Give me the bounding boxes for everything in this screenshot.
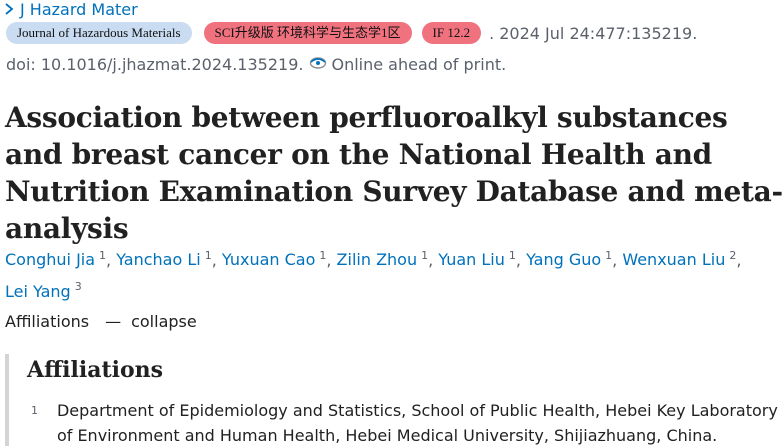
affiliation-item: 1 Department of Epidemiology and Statist…	[31, 398, 784, 448]
author-item: Conghui Jia 1	[5, 249, 106, 269]
journal-link-label[interactable]: J Hazard Mater	[20, 0, 138, 19]
journal-link[interactable]: J Hazard Mater	[4, 0, 138, 19]
author-item: Yuxuan Cao 1	[222, 249, 326, 269]
author-item: Zilin Zhou 1	[337, 249, 429, 269]
doi-row: doi: 10.1016/j.jhazmat.2024.135219. Onli…	[6, 55, 506, 74]
journal-name-badge[interactable]: Journal of Hazardous Materials	[6, 22, 192, 44]
collapse-label[interactable]: collapse	[131, 312, 197, 331]
affiliations-toggle-label: Affiliations	[5, 312, 90, 331]
author-item: Yanchao Li 1	[116, 249, 212, 269]
author-item: Yuan Liu 1	[438, 249, 516, 269]
sci-zone-badge[interactable]: SCI升级版 环境科学与生态学1区	[203, 22, 412, 44]
author-item: Wenxuan Liu 2	[622, 249, 736, 269]
author-link[interactable]: Yuan Liu	[438, 250, 505, 269]
affiliation-text: Department of Epidemiology and Statistic…	[56, 401, 778, 445]
author-link[interactable]: Lei Yang	[5, 282, 71, 301]
author-item: Yang Guo 1	[526, 249, 612, 269]
meta-row: Journal of Hazardous Materials SCI升级版 环境…	[6, 22, 697, 44]
author-link[interactable]: Conghui Jia	[5, 250, 95, 269]
impact-factor-badge[interactable]: IF 12.2	[421, 22, 482, 44]
author-link[interactable]: Yanchao Li	[116, 250, 201, 269]
author-link[interactable]: Wenxuan Liu	[622, 250, 725, 269]
author-affiliation-ref[interactable]: 3	[75, 280, 82, 293]
author-affiliation-ref[interactable]: 1	[205, 249, 212, 262]
online-status-text: Online ahead of print.	[331, 55, 507, 74]
author-link[interactable]: Yuxuan Cao	[222, 250, 315, 269]
affiliation-number: 1	[31, 404, 38, 417]
affiliations-heading: Affiliations	[27, 357, 164, 383]
collapse-dash-icon: —	[105, 312, 122, 331]
author-link[interactable]: Yang Guo	[526, 250, 601, 269]
author-affiliation-ref[interactable]: 1	[509, 249, 516, 262]
affiliations-panel: Affiliations 1 Department of Epidemiolog…	[5, 354, 784, 446]
affiliations-toggle[interactable]: Affiliations — collapse	[5, 312, 197, 331]
author-list: Conghui Jia 1, Yanchao Li 1, Yuxuan Cao 1, …	[5, 249, 742, 301]
doi-text: doi: 10.1016/j.jhazmat.2024.135219.	[6, 55, 304, 74]
author-link[interactable]: Zilin Zhou	[337, 250, 418, 269]
author-item: Lei Yang 3	[5, 280, 82, 301]
chevron-right-icon	[4, 1, 14, 19]
article-title: Association between perfluoroalkyl subst…	[5, 101, 783, 245]
citation-text: . 2024 Jul 24:477:135219.	[489, 23, 698, 43]
author-affiliation-ref[interactable]: 1	[99, 249, 106, 262]
online-ahead-icon	[309, 54, 327, 70]
